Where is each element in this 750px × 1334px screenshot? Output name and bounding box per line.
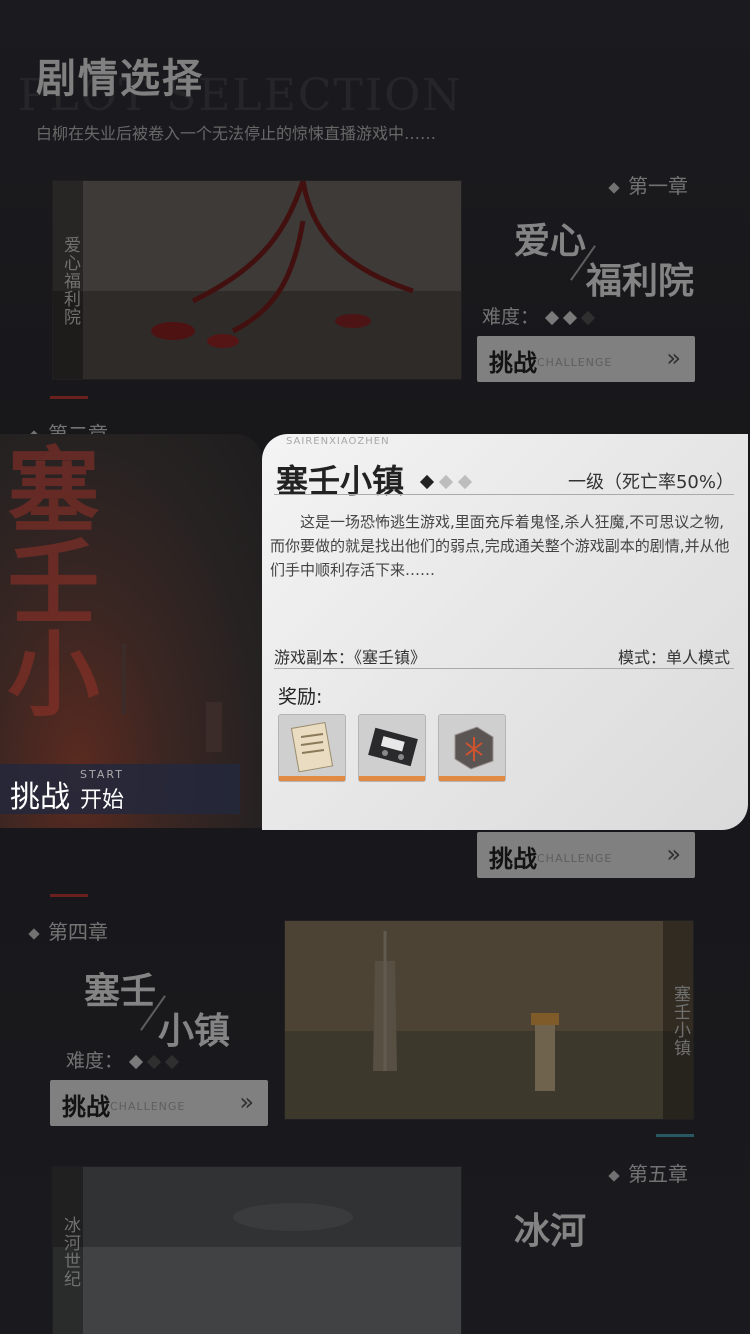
difficulty-label: 难度： bbox=[482, 306, 540, 328]
game-mode: 模式：单人模式 bbox=[617, 648, 730, 667]
double-chevron-right-icon: » bbox=[239, 1088, 254, 1116]
start-en-label: START bbox=[80, 768, 124, 781]
chapter-5-vertical-title: 冰河世纪 bbox=[53, 1167, 83, 1334]
reward-item-3[interactable] bbox=[438, 714, 506, 782]
chapter-5-image: 冰河世纪 bbox=[52, 1166, 462, 1334]
difficulty-level: 一级（死亡率50%） bbox=[567, 472, 734, 493]
start-label-begin: 开始 bbox=[80, 788, 125, 813]
diamond-icon bbox=[146, 1054, 162, 1070]
chapter-5-label: 第五章 bbox=[608, 1158, 688, 1187]
chapter-4-scene bbox=[285, 921, 693, 1119]
tape-icon bbox=[368, 727, 418, 767]
chapter-1-title-1: 爱心 bbox=[514, 220, 587, 262]
start-label-challenge: 挑战 bbox=[10, 780, 70, 815]
lighthouse-shape bbox=[206, 702, 222, 752]
diamond-icon bbox=[608, 181, 620, 194]
reward-item-1[interactable] bbox=[278, 714, 346, 782]
big-vertical-title: 塞壬小 bbox=[0, 442, 100, 718]
challenge-label: 挑战 bbox=[489, 844, 537, 873]
chapter-5-scene bbox=[53, 1167, 461, 1334]
chapter-1-vertical-title: 爱心福利院 bbox=[53, 181, 83, 379]
chapter-1-image: 爱心福利院 bbox=[52, 180, 462, 380]
chapter-1-scene bbox=[53, 181, 461, 379]
diamond-icon bbox=[419, 474, 435, 490]
challenge-label: 挑战 bbox=[62, 1092, 110, 1121]
chapter-row-4[interactable]: 第四章 塞壬 小镇 难度： 挑战 CHALLENGE » 塞壬小镇 bbox=[0, 910, 750, 1150]
diamond-icon bbox=[457, 474, 473, 490]
divider-tick bbox=[50, 396, 88, 399]
detail-title: 塞壬小镇 bbox=[276, 462, 405, 500]
rune-box-icon bbox=[454, 726, 494, 770]
diamond-icon bbox=[562, 310, 578, 326]
chapter-1-difficulty: 难度： bbox=[482, 302, 596, 329]
divider-tick bbox=[50, 894, 88, 897]
diamond-icon bbox=[128, 1054, 144, 1070]
chapter-4-vertical-title: 塞壬小镇 bbox=[663, 921, 693, 1119]
chapter-4-difficulty: 难度： bbox=[66, 1046, 180, 1073]
story-description: 这是一场恐怖逃生游戏,里面充斥着鬼怪,杀人狂魔,不可思议之物,而你要做的就是找出… bbox=[270, 513, 730, 579]
page-title: 剧情选择 bbox=[36, 55, 204, 102]
chapter-4-challenge-button[interactable]: 挑战 CHALLENGE » bbox=[50, 1080, 268, 1126]
reward-label: 奖励: bbox=[278, 686, 323, 708]
letter-icon bbox=[290, 721, 334, 773]
diamond-icon bbox=[164, 1054, 180, 1070]
title-pinyin: SAIRENXIAOZHEN bbox=[286, 436, 390, 447]
divider-line bbox=[274, 668, 734, 669]
dungeon-name: 游戏副本：《塞壬镇》 bbox=[274, 648, 427, 667]
chapter-4-label: 第四章 bbox=[28, 916, 108, 945]
challenge-en-label: CHALLENGE bbox=[537, 852, 613, 865]
chapter-5-label-text: 第五章 bbox=[628, 1162, 688, 1186]
reward-rarity-bar bbox=[439, 776, 505, 781]
challenge-en-label: CHALLENGE bbox=[110, 1100, 186, 1113]
diamond-icon bbox=[28, 927, 40, 940]
chapter-row-5[interactable]: 冰河世纪 第五章 冰河 bbox=[0, 1150, 750, 1334]
challenge-en-label: CHALLENGE bbox=[537, 356, 613, 369]
chapter-1-challenge-button[interactable]: 挑战 CHALLENGE » bbox=[477, 336, 695, 382]
page-subtitle: 白柳在失业后被卷入一个无法停止的惊悚直播游戏中…… bbox=[36, 124, 437, 143]
reward-rarity-bar bbox=[359, 776, 425, 781]
chapter-detail-art-panel: 塞壬小 START 挑战 开始 bbox=[0, 434, 262, 828]
double-chevron-right-icon: » bbox=[666, 344, 681, 372]
chapter-4-title-1: 塞壬 bbox=[84, 970, 157, 1012]
divider-tick bbox=[656, 1134, 694, 1137]
chapter-3-challenge-button[interactable]: 挑战 CHALLENGE » bbox=[477, 832, 695, 878]
chapter-row-1[interactable]: 爱心福利院 第一章 爱心 福利院 难度： 挑战 CHALLENGE » bbox=[0, 160, 750, 400]
diamond-icon bbox=[544, 310, 560, 326]
diamond-icon bbox=[608, 1169, 620, 1182]
reward-item-2[interactable] bbox=[358, 714, 426, 782]
diamond-icon bbox=[438, 474, 454, 490]
chapter-1-label: 第一章 bbox=[608, 170, 688, 199]
detail-difficulty bbox=[419, 472, 479, 491]
divider-line bbox=[274, 494, 734, 495]
diamond-icon bbox=[580, 310, 596, 326]
challenge-label: 挑战 bbox=[489, 348, 537, 377]
chapter-5-title-1: 冰河 bbox=[514, 1210, 587, 1252]
chapter-4-label-text: 第四章 bbox=[48, 920, 108, 944]
reward-rarity-bar bbox=[279, 776, 345, 781]
chapter-1-title-2: 福利院 bbox=[586, 260, 695, 302]
difficulty-label: 难度： bbox=[66, 1050, 124, 1072]
double-chevron-right-icon: » bbox=[666, 840, 681, 868]
ship-mast-shape bbox=[122, 644, 126, 714]
chapter-1-label-text: 第一章 bbox=[628, 174, 688, 198]
chapter-detail-info-panel: SAIRENXIAOZHEN 塞壬小镇 一级（死亡率50%） 这是一场恐怖逃生游… bbox=[262, 434, 748, 830]
chapter-4-image: 塞壬小镇 bbox=[284, 920, 694, 1120]
